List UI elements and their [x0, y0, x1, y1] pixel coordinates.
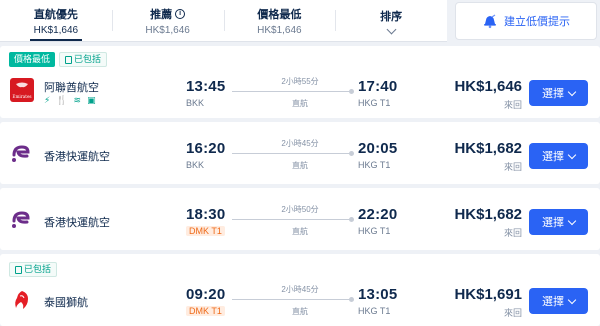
arrival-airport: HKG T1 — [358, 226, 391, 236]
select-button[interactable]: 選擇 — [529, 288, 588, 314]
price: HK$1,691 — [454, 286, 522, 303]
chevron-down-icon — [567, 216, 577, 225]
departure-time: 13:45 — [186, 78, 226, 95]
flight-card[interactable]: 香港快運航空 18:30 DMK T1 2小時50分 直航 22:20 HKG … — [0, 188, 600, 250]
tab-label: 價格最低 — [257, 8, 302, 21]
wifi-icon: ≋ — [73, 95, 82, 105]
arrival-time: 13:05 — [358, 286, 398, 303]
tab-price: HK$1,646 — [33, 24, 79, 36]
tab-price: HK$1,646 — [257, 24, 302, 36]
select-button[interactable]: 選擇 — [529, 143, 588, 169]
select-button[interactable]: 選擇 — [529, 209, 588, 235]
route-line — [232, 217, 354, 222]
airline-name: 香港快運航空 — [44, 217, 110, 229]
sort-tabs: 直航優先 HK$1,646 推薦 i HK$1,646 價格最低 HK$1,646… — [0, 0, 447, 42]
flight-card[interactable]: 價格最低 已包括 Emirates 阿聯酋航空 ⚡ 🍴 ≋ ▣ 13:45 BK… — [0, 46, 600, 118]
route-line — [232, 297, 354, 302]
svg-text:Emirates: Emirates — [12, 94, 31, 99]
departure-airport: DMK T1 — [186, 306, 225, 316]
airline-name: 泰國獅航 — [44, 297, 88, 309]
departure-airport: DMK T1 — [186, 226, 225, 236]
select-label: 選擇 — [542, 151, 564, 163]
meal-icon: 🍴 — [56, 95, 68, 105]
tab-label: 直航優先 — [33, 8, 78, 21]
price-alert-label: 建立低價提示 — [504, 16, 570, 28]
chevron-down-icon — [567, 150, 577, 159]
emirates-logo: Emirates — [10, 78, 34, 102]
tab-label: 推薦 — [150, 8, 173, 21]
thai-lion-air-logo — [15, 291, 28, 309]
arrival-time: 17:40 — [358, 78, 398, 95]
departure-time: 18:30 — [186, 206, 226, 223]
included-tag: 已包括 — [59, 52, 108, 67]
stops: 直航 — [292, 307, 308, 316]
included-label: 已包括 — [74, 54, 102, 64]
departure-time: 09:20 — [186, 286, 226, 303]
lowest-price-tag: 價格最低 — [9, 52, 56, 67]
departure-airport: BKK — [186, 160, 205, 170]
stops: 直航 — [292, 99, 308, 108]
hk-express-logo — [12, 211, 30, 228]
price-alert-button[interactable]: 建立低價提示 — [455, 2, 597, 40]
flight-card[interactable]: 香港快運航空 16:20 BKK 2小時45分 直航 20:05 HKG T1 … — [0, 122, 600, 184]
arrival-airport: HKG T1 — [358, 306, 391, 316]
arrival-airport: HKG T1 — [358, 160, 391, 170]
trip-type: 來回 — [503, 308, 522, 318]
flight-card[interactable]: 已包括 泰國獅航 09:20 DMK T1 2小時45分 直航 13:05 HK… — [0, 254, 600, 326]
route-line — [232, 89, 354, 94]
stops: 直航 — [292, 227, 308, 236]
duration: 2小時45分 — [281, 139, 319, 148]
chevron-down-icon — [386, 24, 397, 35]
entertainment-icon: ▣ — [87, 95, 96, 105]
departure-airport: BKK — [186, 98, 205, 108]
stops: 直航 — [292, 161, 308, 170]
power-icon: ⚡ — [44, 95, 51, 105]
airline-name: 香港快運航空 — [44, 151, 110, 163]
duration: 2小時45分 — [281, 285, 319, 294]
duration: 2小時55分 — [281, 77, 319, 86]
arrival-time: 22:20 — [358, 206, 398, 223]
tab-direct-first[interactable]: 直航優先 HK$1,646 — [0, 0, 112, 41]
tab-label: 排序 — [380, 11, 403, 23]
baggage-icon — [65, 55, 73, 64]
tab-price: HK$1,646 — [145, 24, 190, 36]
chevron-down-icon — [567, 87, 577, 96]
tab-sort[interactable]: 排序 — [335, 0, 447, 41]
tab-lowest-price[interactable]: 價格最低 HK$1,646 — [223, 0, 336, 41]
info-icon[interactable]: i — [175, 8, 186, 19]
tag-row: 已包括 — [9, 262, 58, 277]
included-label: 已包括 — [24, 264, 52, 274]
duration: 2小時50分 — [281, 205, 319, 214]
amenities: ⚡ 🍴 ≋ ▣ — [44, 95, 96, 106]
airline-name: 阿聯酋航空 — [44, 82, 99, 94]
price: HK$1,682 — [454, 206, 522, 223]
sort-bar: 直航優先 HK$1,646 推薦 i HK$1,646 價格最低 HK$1,646… — [0, 0, 600, 42]
hk-express-logo — [12, 145, 30, 162]
bell-icon — [484, 14, 496, 29]
chevron-down-icon — [567, 295, 577, 304]
trip-type: 來回 — [503, 162, 522, 172]
select-label: 選擇 — [542, 217, 564, 229]
price: HK$1,682 — [454, 140, 522, 157]
arrival-time: 20:05 — [358, 140, 398, 157]
route-line — [232, 151, 354, 156]
trip-type: 來回 — [503, 100, 522, 110]
price: HK$1,646 — [454, 78, 522, 95]
select-label: 選擇 — [542, 296, 564, 308]
trip-type: 來回 — [503, 228, 522, 238]
tag-row: 價格最低 已包括 — [9, 52, 108, 67]
baggage-icon — [15, 265, 22, 274]
select-button[interactable]: 選擇 — [529, 80, 588, 106]
departure-time: 16:20 — [186, 140, 226, 157]
included-tag: 已包括 — [9, 262, 58, 277]
select-label: 選擇 — [542, 88, 564, 100]
tab-recommended[interactable]: 推薦 i HK$1,646 — [111, 0, 224, 41]
arrival-airport: HKG T1 — [358, 98, 391, 108]
